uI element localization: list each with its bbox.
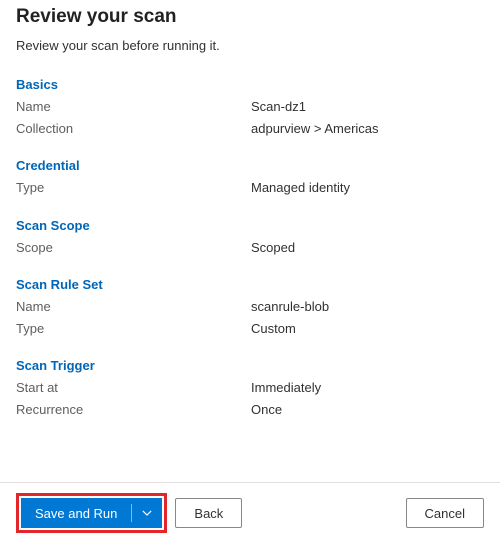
row-name: Name Scan-dz1 [16,98,484,116]
highlight-annotation: Save and Run [16,493,167,533]
section-header-basics: Basics [16,77,484,92]
row-ruleset-name: Name scanrule-blob [16,298,484,316]
value-ruleset-type: Custom [251,320,484,338]
row-scope: Scope Scoped [16,239,484,257]
value-name: Scan-dz1 [251,98,484,116]
row-start-at: Start at Immediately [16,379,484,397]
label-start-at: Start at [16,379,251,397]
label-credential-type: Type [16,179,251,197]
value-credential-type: Managed identity [251,179,484,197]
value-recurrence: Once [251,401,484,419]
save-and-run-button[interactable]: Save and Run [21,498,162,528]
section-header-ruleset: Scan Rule Set [16,277,484,292]
label-name: Name [16,98,251,116]
section-header-credential: Credential [16,158,484,173]
chevron-down-icon [142,508,152,518]
label-ruleset-name: Name [16,298,251,316]
section-basics: Basics Name Scan-dz1 Collection adpurvie… [16,77,484,138]
label-scope: Scope [16,239,251,257]
save-and-run-dropdown[interactable] [132,498,162,528]
section-ruleset: Scan Rule Set Name scanrule-blob Type Cu… [16,277,484,338]
back-button[interactable]: Back [175,498,242,528]
value-start-at: Immediately [251,379,484,397]
footer: Save and Run Back Cancel [0,482,500,545]
label-collection: Collection [16,120,251,138]
row-collection: Collection adpurview > Americas [16,120,484,138]
section-credential: Credential Type Managed identity [16,158,484,197]
section-header-trigger: Scan Trigger [16,358,484,373]
cancel-button[interactable]: Cancel [406,498,484,528]
save-and-run-label: Save and Run [21,498,131,528]
row-recurrence: Recurrence Once [16,401,484,419]
section-scope: Scan Scope Scope Scoped [16,218,484,257]
row-credential-type: Type Managed identity [16,179,484,197]
value-ruleset-name: scanrule-blob [251,298,484,316]
section-trigger: Scan Trigger Start at Immediately Recurr… [16,358,484,419]
page-title: Review your scan [16,6,484,28]
value-collection: adpurview > Americas [251,120,484,138]
section-header-scope: Scan Scope [16,218,484,233]
value-scope: Scoped [251,239,484,257]
page-subtitle: Review your scan before running it. [16,38,484,53]
label-recurrence: Recurrence [16,401,251,419]
label-ruleset-type: Type [16,320,251,338]
row-ruleset-type: Type Custom [16,320,484,338]
